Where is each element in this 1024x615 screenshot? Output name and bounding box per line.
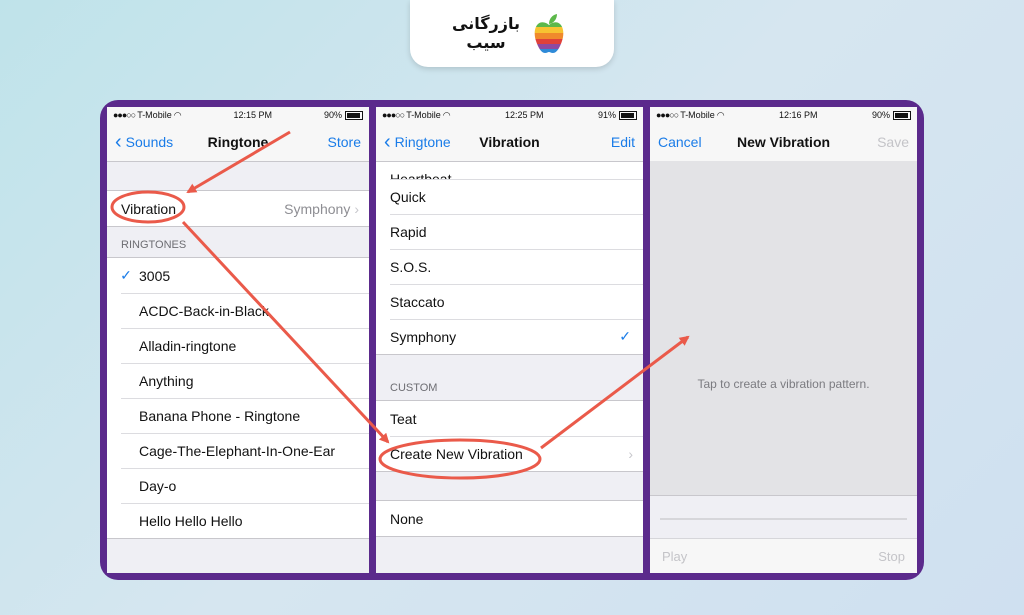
list-item[interactable]: Teat (376, 401, 643, 436)
checkmark-icon: ✓ (619, 328, 631, 344)
status-bar: ●●●○○ T-Mobile ◠ 12:15 PM 90% (107, 107, 369, 123)
wifi-icon: ◠ (173, 109, 182, 120)
vibration-pad[interactable]: Tap to create a vibration pattern. (650, 161, 917, 496)
checkmark-icon: ✓ (120, 267, 132, 283)
edit-button[interactable]: Edit (611, 123, 635, 161)
playback-toolbar: Play Stop (650, 538, 917, 573)
screenshot-frame: ●●●○○ T-Mobile ◠ 12:15 PM 90% ‹ Sounds Rin… (100, 100, 924, 580)
save-button[interactable]: Save (877, 123, 909, 161)
store-button[interactable]: Store (328, 123, 361, 161)
wifi-icon: ◠ (442, 109, 451, 120)
section-header-custom: CUSTOM (390, 382, 438, 394)
back-button[interactable]: ‹ Ringtone (384, 123, 451, 161)
list-item[interactable]: ✓ 3005 (107, 258, 369, 293)
signal-icon: ●●●○○ (656, 110, 679, 120)
list-item[interactable]: Symphony ✓ (376, 319, 643, 354)
brand-name: بازرگانی سیب (452, 14, 520, 52)
list-item[interactable]: Quick (376, 179, 643, 214)
none-row[interactable]: None (376, 501, 643, 536)
signal-icon: ●●●○○ (113, 110, 136, 120)
play-button[interactable]: Play (662, 549, 687, 564)
list-item[interactable]: Heartbeat (376, 162, 643, 179)
ringtone-screen: ●●●○○ T-Mobile ◠ 12:15 PM 90% ‹ Sounds Rin… (107, 107, 369, 573)
vibration-group: Vibration Symphony › (107, 190, 369, 227)
list-item[interactable]: Rapid (376, 214, 643, 249)
vibration-list: Heartbeat Quick Rapid S.O.S. Staccato Sy… (376, 162, 643, 355)
vibration-label: Vibration (121, 200, 177, 217)
chevron-right-icon: › (628, 445, 633, 462)
vibration-value: Symphony (284, 200, 351, 217)
back-label: Sounds (125, 134, 174, 150)
chevron-right-icon: › (354, 200, 359, 217)
vibration-screen: ●●●○○ T-Mobile ◠ 12:25 PM 91% ‹ Ringtone V… (376, 107, 643, 573)
signal-icon: ●●●○○ (382, 110, 405, 120)
list-item[interactable]: Staccato (376, 284, 643, 319)
nav-bar: ‹ Sounds Ringtone Store (107, 123, 369, 162)
status-time: 12:25 PM (505, 110, 544, 120)
nav-bar: Cancel New Vibration Save (650, 123, 917, 162)
carrier-label: T-Mobile (680, 110, 715, 120)
carrier-label: T-Mobile (406, 110, 441, 120)
brand-line-1: بازرگانی (452, 14, 520, 34)
carrier-label: T-Mobile (137, 110, 172, 120)
back-label: Ringtone (394, 134, 451, 150)
vibration-row[interactable]: Vibration Symphony › (107, 191, 369, 226)
battery-percent: 90% (323, 109, 342, 120)
list-item[interactable]: Cage-The-Elephant-In-One-Ear (107, 433, 369, 468)
back-button[interactable]: ‹ Sounds (115, 123, 173, 161)
battery-icon (344, 111, 363, 121)
list-item[interactable]: Banana Phone - Ringtone (107, 398, 369, 433)
new-vibration-screen: ●●●○○ T-Mobile ◠ 12:16 PM 90% Cancel New … (650, 107, 917, 573)
cancel-button[interactable]: Cancel (658, 123, 702, 161)
list-item[interactable]: ACDC-Back-in-Black (107, 293, 369, 328)
ringtone-list: ✓ 3005 ACDC-Back-in-Black Alladin-rington… (107, 257, 369, 539)
battery-icon (892, 111, 911, 121)
brand-logo: بازرگانی سیب (410, 0, 614, 67)
chevron-left-icon: ‹ (384, 131, 391, 153)
vibration-timeline (660, 518, 907, 520)
battery-icon (618, 111, 637, 121)
status-bar: ●●●○○ T-Mobile ◠ 12:16 PM 90% (650, 107, 917, 123)
list-item[interactable]: Hello Hello Hello (107, 503, 369, 538)
none-group: None (376, 500, 643, 537)
status-bar: ●●●○○ T-Mobile ◠ 12:25 PM 91% (376, 107, 643, 123)
battery-percent: 90% (871, 109, 890, 120)
vibration-hint: Tap to create a vibration pattern. (697, 377, 870, 391)
section-header-ringtones: RINGTONES (121, 239, 187, 251)
wifi-icon: ◠ (716, 109, 725, 120)
list-item[interactable]: Day-o (107, 468, 369, 503)
brand-line-2: سیب (466, 32, 506, 52)
apple-logo-icon (534, 13, 564, 53)
list-item[interactable]: Alladin-ringtone (107, 328, 369, 363)
status-time: 12:15 PM (233, 110, 273, 120)
list-item[interactable]: Anything (107, 363, 369, 398)
status-time: 12:16 PM (779, 110, 818, 120)
battery-percent: 91% (597, 109, 616, 120)
custom-list: Teat Create New Vibration › (376, 400, 643, 472)
list-item[interactable]: S.O.S. (376, 249, 643, 284)
create-new-vibration-row[interactable]: Create New Vibration › (376, 436, 643, 471)
chevron-left-icon: ‹ (115, 131, 122, 153)
stop-button[interactable]: Stop (878, 549, 905, 564)
nav-bar: ‹ Ringtone Vibration Edit (376, 123, 643, 162)
